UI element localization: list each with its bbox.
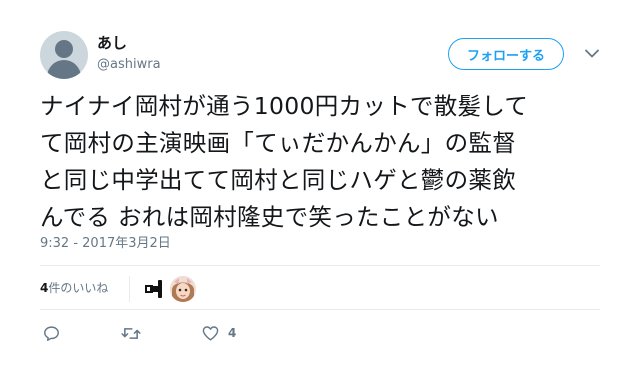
- follow-button[interactable]: フォローする: [448, 38, 564, 70]
- reply-button[interactable]: [43, 323, 69, 343]
- liker-avatar[interactable]: [170, 276, 196, 302]
- like-count: 4: [228, 326, 237, 340]
- heart-icon: [202, 326, 219, 341]
- avatar-default-head: [55, 40, 73, 58]
- avatar[interactable]: [40, 31, 88, 79]
- more-options-caret[interactable]: [582, 44, 602, 62]
- divider-bottom: [40, 309, 600, 310]
- reply-icon: [44, 325, 59, 341]
- chevron-down-icon: [585, 49, 599, 57]
- tweet-text-line: て岡村の主演映画「てぃだかんかん」の監督: [40, 129, 516, 157]
- liker-avatar-image: [145, 280, 162, 298]
- tweet-text-line: と同じ中学出てて岡村と同じハゲと鬱の薬飲: [40, 166, 516, 194]
- tweet-timestamp[interactable]: 9:32 - 2017年3月2日: [40, 236, 171, 252]
- tweet-text-line: ナイナイ岡村が通う1000円カットで散髪して: [40, 92, 529, 120]
- retweet-icon: [121, 327, 141, 339]
- like-button[interactable]: 4: [202, 323, 236, 343]
- user-handle[interactable]: @ashiwra: [97, 57, 161, 73]
- likes-count[interactable]: 4件のいいね: [40, 280, 108, 296]
- tweet-text: ナイナイ岡村が通う1000円カットで散髪して て岡村の主演映画「てぃだかんかん」…: [40, 88, 600, 236]
- likes-separator: [129, 276, 130, 302]
- display-name[interactable]: あし: [97, 34, 127, 52]
- liker-avatar[interactable]: [141, 277, 165, 301]
- avatar-default-body: [47, 60, 81, 79]
- divider-top: [40, 265, 600, 266]
- likes-label: 件のいいね: [48, 281, 109, 295]
- retweet-button[interactable]: [121, 323, 150, 343]
- liker-avatar-image: [170, 276, 196, 302]
- tweet-text-line: んでる おれは岡村隆史で笑ったことがない: [40, 203, 499, 231]
